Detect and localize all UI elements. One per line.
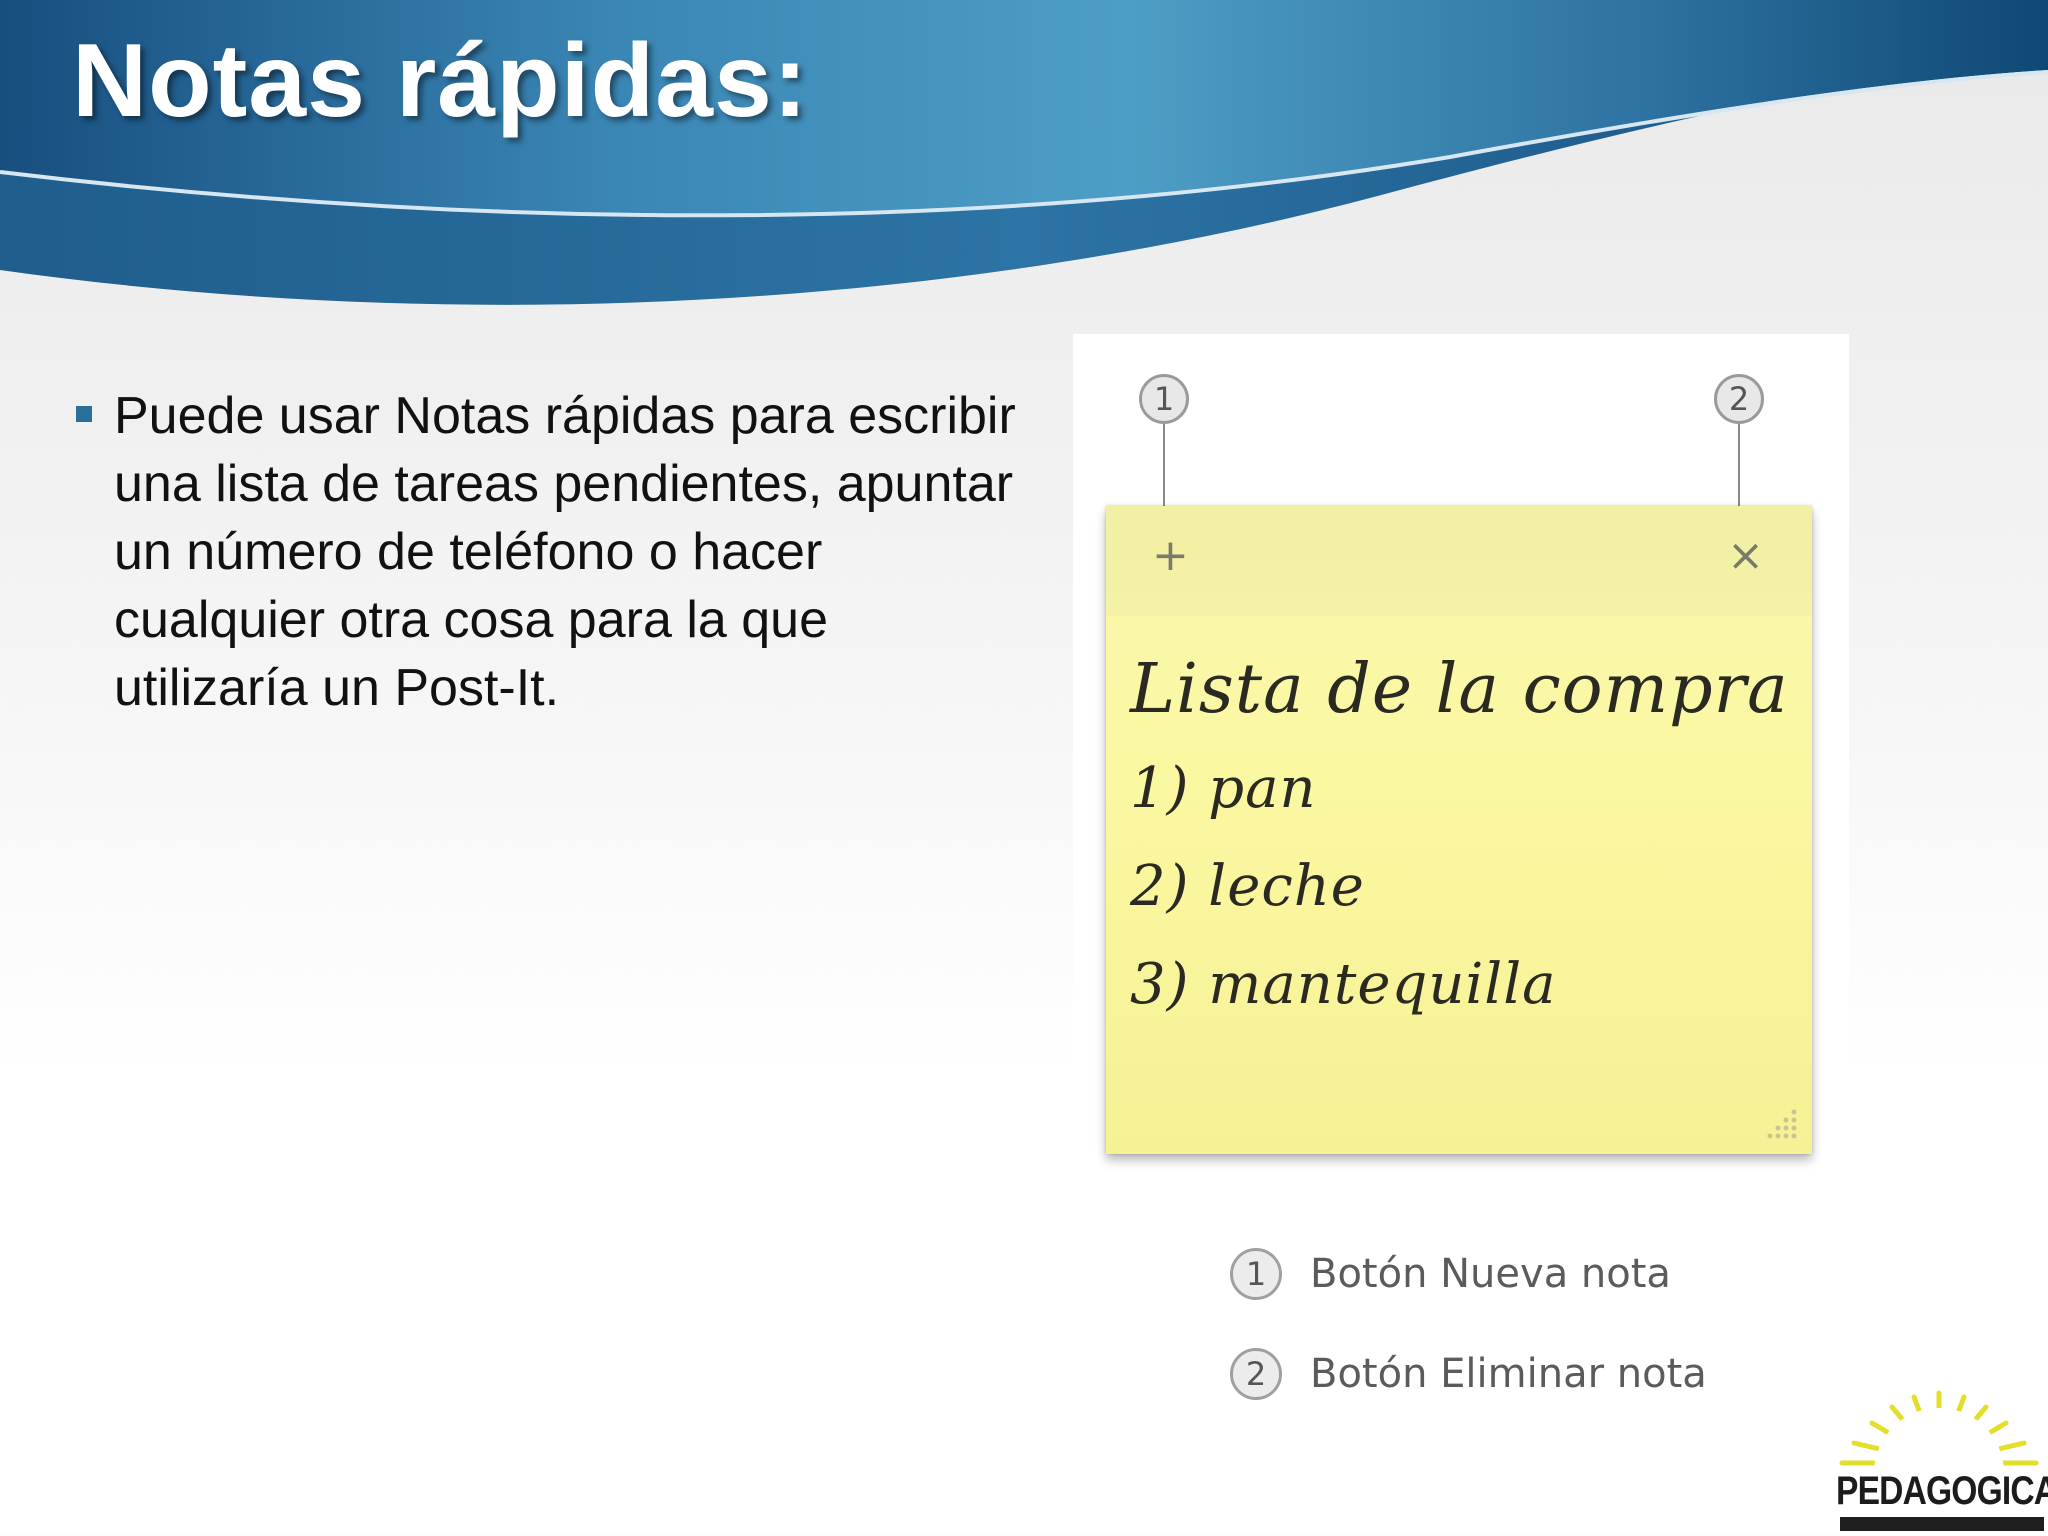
sticky-note[interactable]: + × Lista de la compra 1) pan 2) leche 3… [1106,506,1812,1154]
callout-number-2: 2 [1714,374,1764,424]
legend-label: Botón Nueva nota [1310,1251,1671,1297]
bullet-text: Puede usar Notas rápidas para escribir u… [114,387,1016,717]
sticky-note-toolbar: + × [1106,506,1812,616]
legend-number: 2 [1230,1348,1282,1400]
legend-number: 1 [1230,1248,1282,1300]
bullet-marker [76,406,92,422]
bullet-point: Puede usar Notas rápidas para escribir u… [76,382,1016,722]
logo-text: PEDAGOGICA [1836,1469,2048,1513]
legend-label: Botón Eliminar nota [1310,1351,1707,1397]
sticky-note-content[interactable]: Lista de la compra 1) pan 2) leche 3) ma… [1130,640,1800,1034]
slide-title: Notas rápidas: [72,23,809,139]
university-logo: PEDAGOGICA [1830,1385,2048,1536]
plus-icon[interactable]: + [1152,530,1189,582]
note-item: 3) mantequilla [1130,952,1557,1017]
note-item: 1) pan [1130,756,1317,821]
callout-number-1: 1 [1139,374,1189,424]
sticky-notes-figure: 1 2 + × Lista de la compra 1) pan 2) lec… [1073,334,1849,1404]
legend-item: 2 Botón Eliminar nota [1230,1324,1707,1424]
note-item: 2) leche [1130,854,1365,919]
resize-grip-icon[interactable] [1766,1106,1800,1140]
legend: 1 Botón Nueva nota 2 Botón Eliminar nota [1230,1224,1707,1424]
note-title: Lista de la compra [1130,650,1789,729]
close-icon[interactable]: × [1727,530,1764,582]
legend-item: 1 Botón Nueva nota [1230,1224,1707,1324]
logo-bar [1840,1517,2044,1531]
